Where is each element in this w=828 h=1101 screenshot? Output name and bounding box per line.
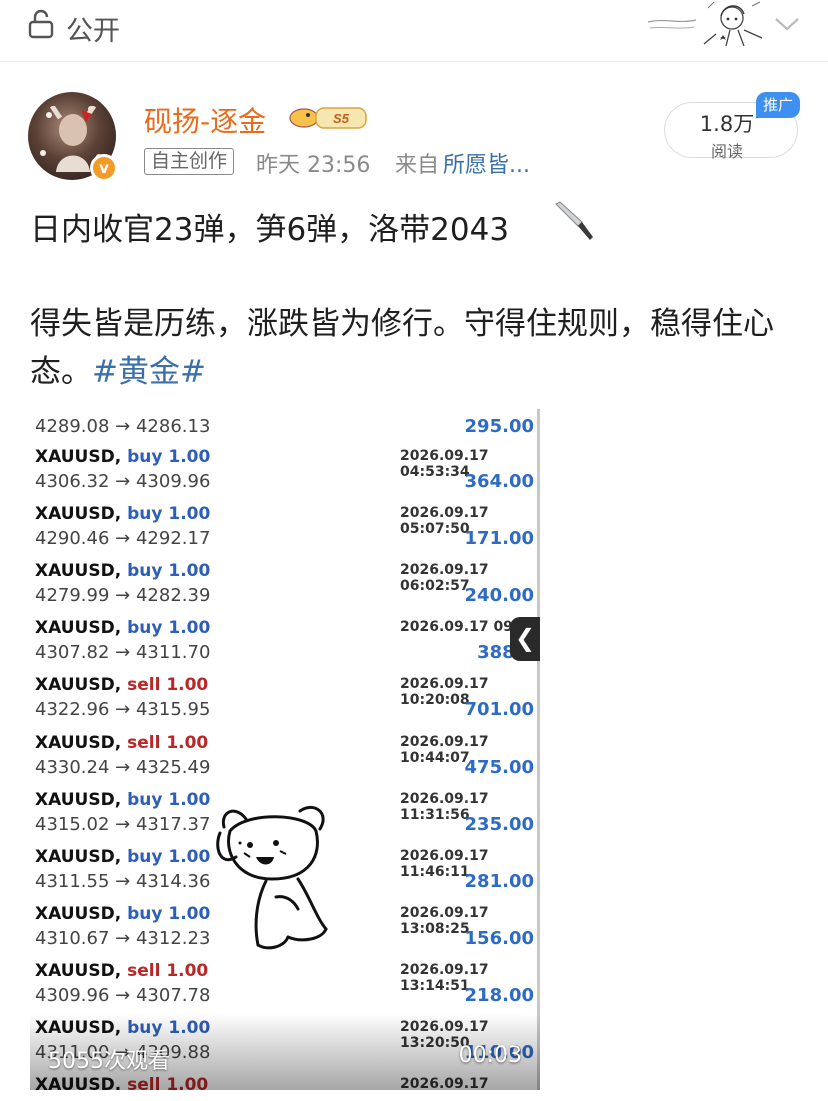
topic-hashtag[interactable]: #黄金# [92, 354, 206, 390]
verified-badge: v [90, 154, 118, 182]
trade-prices: 4315.02 → 4317.37 [35, 813, 211, 835]
lock-open-icon[interactable] [27, 9, 55, 39]
fan-level-badge[interactable]: S5 [288, 104, 370, 132]
trade-symbol: XAUUSD, buy 1.00 [35, 847, 210, 867]
trade-symbol-text: XAUUSD, [35, 846, 122, 867]
video-duration: 00:03 [458, 1043, 522, 1068]
reads-label: 阅读 [710, 142, 743, 161]
visibility-label[interactable]: 公开 [66, 9, 120, 48]
trade-prices: 4330.24 → 4325.49 [35, 756, 211, 778]
trade-profit: 475.00 [464, 756, 534, 778]
trade-symbol-text: XAUUSD, [35, 561, 122, 582]
trade-profit: 240.00 [464, 585, 534, 607]
author-name[interactable]: 砚扬-逐金 [144, 100, 266, 140]
post-body: 得失皆是历练，涨跌皆为修行。守得住规则，稳得住心态。#黄金# [30, 300, 802, 396]
trade-prices: 4322.96 → 4315.95 [35, 699, 211, 721]
trade-prices: 4279.99 → 4282.39 [35, 585, 211, 607]
trade-side: sell 1.00 [127, 732, 209, 753]
kitchen-knife-icon [555, 201, 593, 240]
fan-level-text: S5 [333, 111, 350, 126]
trade-prices: 4311.55 → 4314.36 [35, 870, 211, 892]
original-content-tag: 自主创作 [144, 148, 235, 175]
trade-prices: 4309.96 → 4307.78 [35, 984, 211, 1006]
trade-symbol-text: XAUUSD, [35, 675, 122, 696]
trade-side: sell 1.00 [127, 960, 209, 981]
trade-symbol: XAUUSD, buy 1.00 [35, 561, 210, 581]
trade-prices: 4307.82 → 4311.70 [35, 642, 211, 664]
trade-profit: 701.00 [464, 699, 534, 721]
promo-badge[interactable]: 推广 [756, 92, 800, 118]
trade-side: buy 1.00 [127, 447, 211, 467]
post-source-link[interactable]: 所愿皆... [443, 147, 530, 179]
trade-profit: 364.00 [464, 471, 534, 492]
trade-symbol-text: XAUUSD, [35, 618, 122, 639]
trade-symbol-text: XAUUSD, [35, 447, 122, 467]
view-count: 5055次观看 [48, 1049, 170, 1074]
trade-symbol: XAUUSD, buy 1.00 [35, 618, 210, 638]
trade-prices: 4289.08 → 4286.13 [35, 416, 211, 437]
video-scrollbar [537, 409, 540, 1090]
trade-symbol-text: XAUUSD, [35, 960, 122, 981]
trade-side: buy 1.00 [127, 561, 211, 582]
trade-profit: 295.00 [464, 416, 534, 437]
trade-profit: 281.00 [464, 870, 534, 892]
trade-profit: 218.00 [464, 984, 534, 1006]
trade-symbol-text: XAUUSD, [35, 903, 122, 924]
trade-side: buy 1.00 [127, 504, 211, 525]
trade-symbol: XAUUSD, sell 1.00 [35, 961, 208, 981]
trade-side: buy 1.00 [127, 789, 211, 810]
trade-symbol: XAUUSD, buy 1.00 [35, 447, 210, 467]
anime-girl-decoration [647, 1, 763, 47]
source-prefix: 来自 [395, 153, 440, 178]
trade-side: buy 1.00 [127, 846, 211, 867]
video-player[interactable]: 4289.08 → 4286.13 295.00 XAUUSD, buy 1.00 2… [30, 409, 540, 1090]
post-time: 昨天 23:56 [256, 153, 371, 178]
trade-prices: 4306.32 → 4309.96 [35, 471, 211, 492]
trade-symbol: XAUUSD, sell 1.00 [35, 733, 208, 753]
side-panel-handle[interactable]: ❮ [510, 617, 540, 661]
trade-symbol: XAUUSD, sell 1.00 [35, 675, 208, 695]
trade-prices: 4290.46 → 4292.17 [35, 528, 211, 550]
chevron-down-icon[interactable] [773, 14, 801, 34]
trade-side: buy 1.00 [127, 618, 211, 639]
trade-profit: 235.00 [464, 813, 534, 835]
bear-sticker [216, 805, 328, 950]
trade-symbol: XAUUSD, buy 1.00 [35, 904, 210, 924]
trade-profit: 156.00 [464, 927, 534, 949]
trade-side: buy 1.00 [127, 903, 211, 924]
trade-symbol-text: XAUUSD, [35, 732, 122, 753]
top-bar: 公开 [0, 0, 828, 62]
trade-side: sell 1.00 [127, 675, 209, 696]
trade-symbol-text: XAUUSD, [35, 789, 122, 810]
trade-prices: 4310.67 → 4312.23 [35, 927, 211, 949]
trade-profit: 171.00 [464, 528, 534, 550]
trade-symbol: XAUUSD, buy 1.00 [35, 790, 210, 810]
post-text-line: 日内收官23弹，笋6弹，洛带2043 [30, 212, 510, 248]
trade-symbol: XAUUSD, buy 1.00 [35, 504, 210, 524]
trade-symbol-text: XAUUSD, [35, 504, 122, 525]
avatar-detail [40, 150, 46, 156]
